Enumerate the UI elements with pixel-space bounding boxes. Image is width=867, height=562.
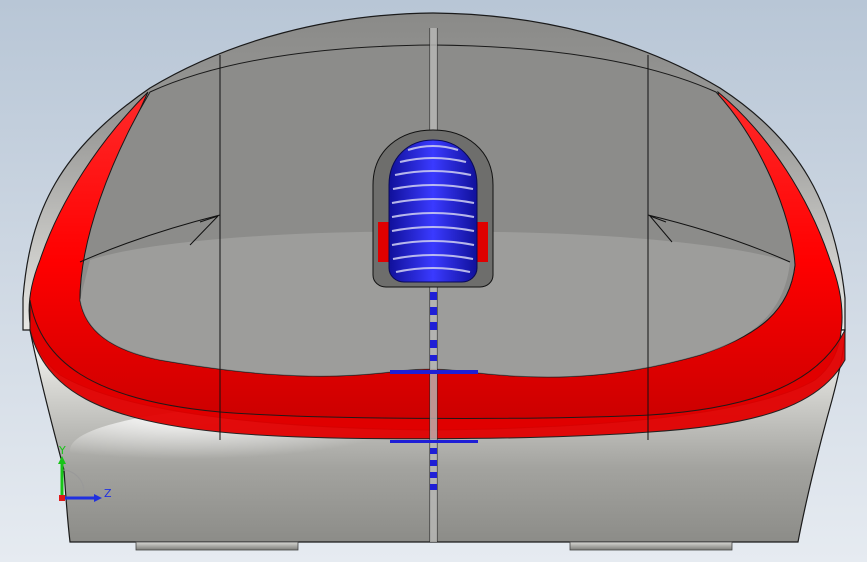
mouse-model[interactable] — [22, 12, 846, 551]
triad-z-label: Z — [104, 487, 112, 500]
right-foot — [569, 541, 733, 551]
left-foot — [135, 541, 299, 551]
triad-origin — [59, 495, 65, 501]
scroll-wheel[interactable] — [388, 139, 478, 283]
triad-y-label: Y — [58, 444, 66, 457]
cad-viewport[interactable]: Y Z — [0, 0, 867, 562]
